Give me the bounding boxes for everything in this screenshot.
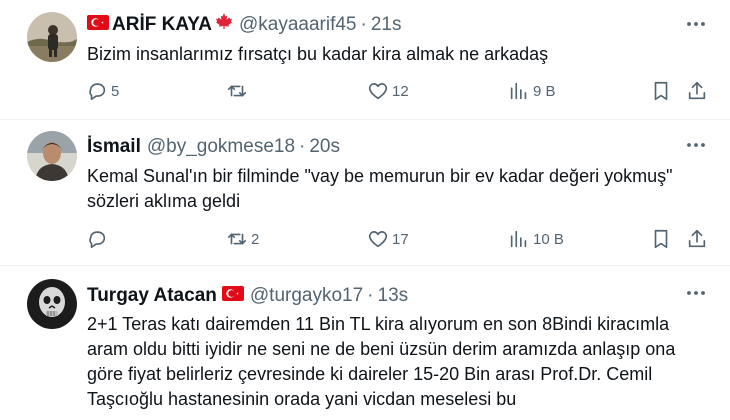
like-icon bbox=[368, 83, 388, 100]
display-name[interactable]: Turgay Atacan bbox=[87, 284, 217, 308]
reply-button[interactable]: 5 bbox=[86, 80, 119, 102]
canada-flag-icon bbox=[215, 12, 233, 37]
like-button[interactable]: 12 bbox=[367, 80, 409, 102]
views-icon bbox=[510, 230, 527, 248]
tweet-text-line: sözleri aklıma geldi bbox=[87, 191, 241, 211]
more-icon bbox=[687, 291, 705, 295]
separator-dot: · bbox=[360, 13, 367, 35]
share-button[interactable] bbox=[686, 228, 708, 250]
retweet-icon bbox=[227, 85, 247, 97]
more-options-button[interactable] bbox=[684, 281, 708, 305]
bookmark-icon bbox=[654, 81, 668, 101]
tweet-3[interactable]: Turgay Atacan @turgayko17 · 13s 2+1 Tera… bbox=[0, 267, 730, 420]
timestamp[interactable]: 20s bbox=[309, 135, 340, 159]
share-icon bbox=[688, 81, 706, 100]
like-count: 12 bbox=[392, 82, 409, 100]
tweet-text: Bizim insanlarımız fırsatçı bu kadar kir… bbox=[87, 42, 548, 67]
reply-icon bbox=[89, 231, 106, 249]
reply-count: 5 bbox=[111, 82, 120, 100]
bookmark-button[interactable] bbox=[650, 80, 672, 102]
views-icon bbox=[510, 82, 527, 100]
more-icon bbox=[687, 143, 705, 147]
turkey-flag-icon bbox=[87, 13, 109, 37]
retweet-button[interactable]: 2 bbox=[226, 228, 259, 250]
timestamp[interactable]: 13s bbox=[378, 284, 409, 308]
tweet-text: Kemal Sunal'ın bir filminde "vay be memu… bbox=[87, 164, 672, 214]
timestamp[interactable]: 21s bbox=[371, 13, 402, 37]
retweet-count: 2 bbox=[251, 230, 260, 248]
reply-icon bbox=[89, 83, 106, 101]
tweet-text-line: aram oldu bitti iyidir ne seni ne de ben… bbox=[87, 339, 676, 359]
avatar[interactable] bbox=[27, 279, 77, 329]
separator-dot: · bbox=[367, 285, 374, 306]
like-button[interactable]: 17 bbox=[367, 228, 409, 250]
like-count: 17 bbox=[392, 230, 409, 248]
more-options-button[interactable] bbox=[684, 133, 708, 157]
views-button[interactable]: 10 B bbox=[508, 228, 564, 250]
more-icon bbox=[687, 22, 705, 26]
bookmark-button[interactable] bbox=[650, 228, 672, 250]
retweet-button[interactable] bbox=[226, 80, 251, 102]
views-count: 10 B bbox=[533, 230, 564, 248]
tweet-text-line: göre fiyat belirleriz çevresinde ki dair… bbox=[87, 364, 653, 384]
tweet-text: 2+1 Teras katı dairemden 11 Bin TL kira … bbox=[87, 312, 675, 412]
avatar[interactable] bbox=[27, 131, 77, 181]
tweet-1[interactable]: ARİF KAYA @kayaaarif45 · 21s Bizim insan… bbox=[0, 0, 730, 120]
views-count: 9 B bbox=[533, 82, 556, 100]
avatar[interactable] bbox=[27, 12, 77, 62]
like-icon bbox=[368, 231, 388, 248]
share-button[interactable] bbox=[686, 80, 708, 102]
user-handle[interactable]: @kayaaarif45 bbox=[239, 13, 357, 37]
separator-dot: · bbox=[299, 136, 306, 157]
turkey-flag-icon bbox=[221, 284, 244, 308]
reply-button[interactable] bbox=[86, 228, 111, 250]
tweet-text-line: 2+1 Teras katı dairemden 11 Bin TL kira … bbox=[87, 314, 670, 334]
bookmark-icon bbox=[654, 229, 668, 249]
tweet-text-line: Bizim insanlarımız fırsatçı bu kadar kir… bbox=[87, 44, 549, 64]
views-button[interactable]: 9 B bbox=[508, 80, 556, 102]
display-name[interactable]: İsmail bbox=[87, 135, 141, 159]
user-handle[interactable]: @turgayko17 bbox=[250, 284, 363, 308]
tweet-text-line: Taşcıoğlu hastanesinin orada yani vicdan… bbox=[87, 389, 517, 409]
share-icon bbox=[688, 229, 706, 248]
display-name[interactable]: ARİF KAYA bbox=[112, 13, 212, 37]
tweet-text-line: Kemal Sunal'ın bir filminde "vay be memu… bbox=[87, 166, 673, 186]
more-options-button[interactable] bbox=[684, 12, 708, 36]
tweet-2[interactable]: İsmail @by_gokmese18 · 20s Kemal Sunal'ı… bbox=[0, 121, 730, 266]
user-handle[interactable]: @by_gokmese18 bbox=[147, 135, 295, 159]
retweet-icon bbox=[227, 233, 247, 245]
